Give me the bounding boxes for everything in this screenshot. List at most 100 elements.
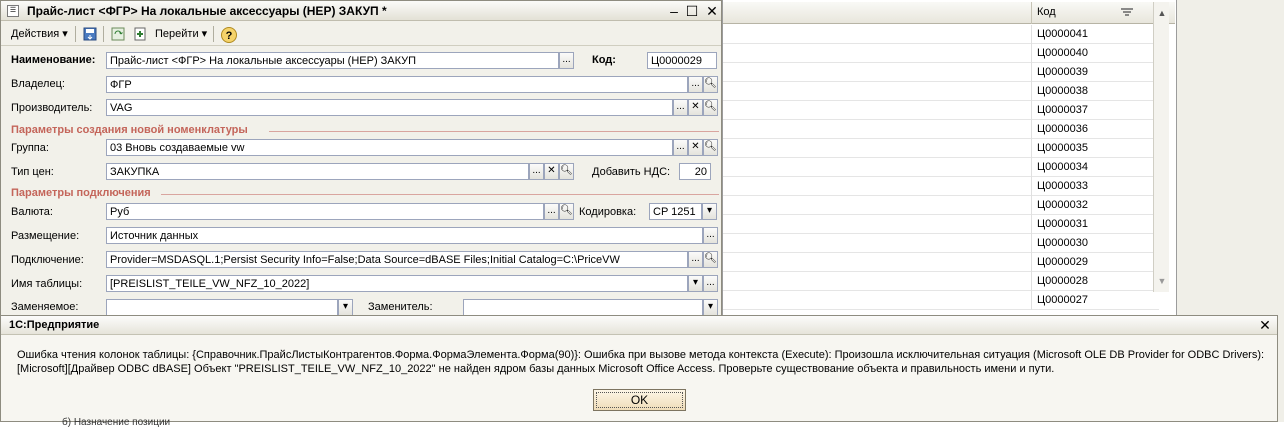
- table-name-dropdown-icon[interactable]: ▾: [688, 275, 703, 292]
- minimize-button[interactable]: –: [665, 2, 683, 20]
- help-glyph: ?: [226, 30, 233, 42]
- table-row[interactable]: Ц0000038: [723, 82, 1159, 101]
- owner-open-icon[interactable]: 🔍︎: [703, 76, 718, 93]
- save-close-icon[interactable]: [81, 25, 99, 43]
- dialog-close-icon[interactable]: ✕: [1257, 317, 1273, 333]
- currency-open-icon[interactable]: 🔍︎: [559, 203, 574, 220]
- table-row[interactable]: Ц0000031: [723, 215, 1159, 234]
- section-connection: Параметры подключения: [11, 187, 151, 199]
- section-divider: [269, 131, 719, 132]
- name-label: Наименование:: [11, 54, 96, 66]
- table-name-label: Имя таблицы:: [11, 278, 83, 290]
- replacement-field[interactable]: [463, 299, 703, 316]
- ok-button[interactable]: OK: [593, 389, 686, 411]
- table-name-field[interactable]: [PREISLIST_TEILE_VW_NFZ_10_2022]: [106, 275, 688, 292]
- error-message-line-2: [Microsoft][Драйвер ODBC dBASE] Объект "…: [17, 363, 1055, 375]
- code-cell: Ц0000038: [1031, 82, 1159, 101]
- connection-select-button[interactable]: ...: [688, 251, 703, 268]
- table-row[interactable]: Ц0000034: [723, 158, 1159, 177]
- code-cell: Ц0000029: [1031, 253, 1159, 272]
- code-field[interactable]: Ц0000029: [647, 52, 717, 69]
- location-select-button[interactable]: ...: [703, 227, 718, 244]
- form-toolbar: Действия ▾ Перейти ▾ ?: [1, 22, 721, 46]
- table-row[interactable]: Ц0000040: [723, 44, 1159, 63]
- column-header-code[interactable]: Код: [1031, 2, 1153, 24]
- manufacturer-field[interactable]: VAG: [106, 99, 673, 116]
- error-message: Ошибка чтения колонок таблицы: {Справочн…: [17, 348, 1267, 376]
- owner-label: Владелец:: [11, 78, 65, 90]
- code-cell: Ц0000035: [1031, 139, 1159, 158]
- list-header: Код: [723, 2, 1175, 24]
- owner-select-button[interactable]: ...: [688, 76, 703, 93]
- table-name-select-button[interactable]: ...: [703, 275, 718, 292]
- code-cell: Ц0000036: [1031, 120, 1159, 139]
- replaceable-field[interactable]: [106, 299, 338, 316]
- dropdown-icon: ▾: [201, 28, 208, 40]
- currency-select-button[interactable]: ...: [544, 203, 559, 220]
- table-row[interactable]: Ц0000029: [723, 253, 1159, 272]
- price-type-select-button[interactable]: ...: [529, 163, 544, 180]
- group-clear-icon[interactable]: ✕: [688, 139, 703, 156]
- toolbar-separator: [75, 26, 76, 42]
- table-row[interactable]: Ц0000035: [723, 139, 1159, 158]
- owner-field[interactable]: ФГР: [106, 76, 688, 93]
- filter-icon[interactable]: [1121, 8, 1133, 21]
- dialog-title: 1С:Предприятие: [9, 319, 100, 331]
- help-icon[interactable]: ?: [219, 25, 237, 43]
- group-field[interactable]: 03 Вновь создаваемые vw: [106, 139, 673, 156]
- manufacturer-clear-icon[interactable]: ✕: [688, 99, 703, 116]
- table-row[interactable]: Ц0000041: [723, 25, 1159, 44]
- code-cell: Ц0000040: [1031, 44, 1159, 63]
- code-cell: Ц0000041: [1031, 25, 1159, 44]
- location-field[interactable]: Источник данных: [106, 227, 703, 244]
- location-label: Размещение:: [11, 230, 80, 242]
- price-type-open-icon[interactable]: 🔍︎: [559, 163, 574, 180]
- table-row[interactable]: Ц0000039: [723, 63, 1159, 82]
- connection-open-icon[interactable]: 🔍︎: [703, 251, 718, 268]
- table-row[interactable]: Ц0000032: [723, 196, 1159, 215]
- manufacturer-open-icon[interactable]: 🔍︎: [703, 99, 718, 116]
- column-header-label: Код: [1037, 6, 1056, 18]
- code-cell: Ц0000039: [1031, 63, 1159, 82]
- section-new-nomenclature: Параметры создания новой номенклатуры: [11, 124, 248, 136]
- add-vat-field[interactable]: 20: [679, 163, 711, 180]
- table-row[interactable]: Ц0000030: [723, 234, 1159, 253]
- replacement-label: Заменитель:: [368, 301, 433, 313]
- dropdown-icon: ▾: [62, 28, 68, 40]
- currency-label: Валюта:: [11, 206, 53, 218]
- name-field[interactable]: Прайс-лист <ФГР> На локальные аксессуары…: [106, 52, 559, 69]
- code-cell: Ц0000033: [1031, 177, 1159, 196]
- price-type-clear-icon[interactable]: ✕: [544, 163, 559, 180]
- table-row[interactable]: Ц0000028: [723, 272, 1159, 291]
- manufacturer-select-button[interactable]: ...: [673, 99, 688, 116]
- close-button[interactable]: ✕: [703, 2, 721, 20]
- group-open-icon[interactable]: 🔍︎: [703, 139, 718, 156]
- replacement-dropdown-icon[interactable]: ▾: [703, 299, 718, 316]
- name-select-button[interactable]: ...: [559, 52, 574, 69]
- encoding-dropdown-icon[interactable]: ▾: [702, 203, 717, 220]
- maximize-button[interactable]: ☐: [683, 2, 701, 20]
- currency-field[interactable]: Руб: [106, 203, 544, 220]
- new-copy-icon[interactable]: [131, 25, 149, 43]
- scroll-down-icon[interactable]: ▼: [1154, 276, 1170, 292]
- price-type-field[interactable]: ЗАКУПКА: [106, 163, 529, 180]
- goto-menu[interactable]: Перейти ▾: [155, 25, 207, 43]
- code-cell: Ц0000028: [1031, 272, 1159, 291]
- table-row[interactable]: Ц0000027: [723, 291, 1159, 310]
- table-row[interactable]: Ц0000037: [723, 101, 1159, 120]
- connection-label: Подключение:: [11, 254, 84, 266]
- actions-menu[interactable]: Действия ▾: [11, 25, 68, 43]
- connection-field[interactable]: Provider=MSDASQL.1;Persist Security Info…: [106, 251, 688, 268]
- bottom-text: б) Назначение позиции: [62, 417, 171, 428]
- list-scrollbar[interactable]: ▲ ▼: [1153, 2, 1169, 292]
- group-select-button[interactable]: ...: [673, 139, 688, 156]
- scroll-up-icon[interactable]: ▲: [1154, 2, 1170, 24]
- replaceable-dropdown-icon[interactable]: ▾: [338, 299, 353, 316]
- encoding-field[interactable]: CP 1251: [649, 203, 702, 220]
- refresh-icon[interactable]: [109, 25, 127, 43]
- table-row[interactable]: Ц0000036: [723, 120, 1159, 139]
- code-cell: Ц0000031: [1031, 215, 1159, 234]
- actions-label: Действия: [11, 28, 60, 40]
- table-row[interactable]: Ц0000033: [723, 177, 1159, 196]
- goto-label: Перейти: [155, 28, 199, 40]
